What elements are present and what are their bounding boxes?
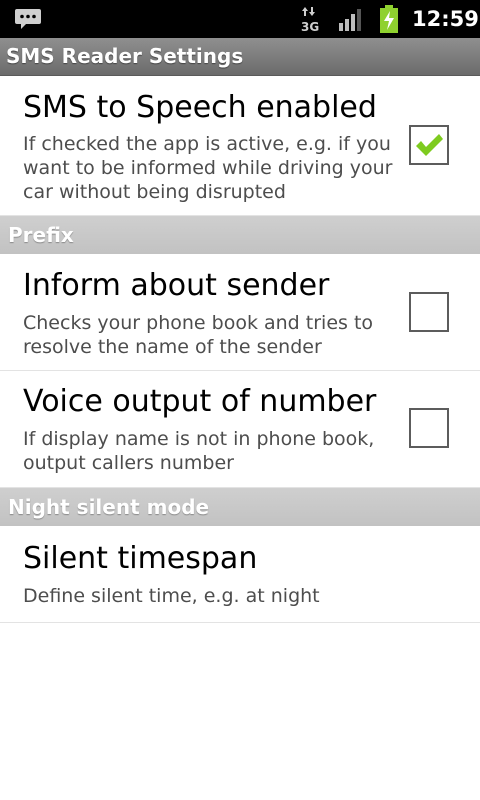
pref-voice-output-number[interactable]: Voice output of number If display name i… [0,371,480,488]
pref-summary: Define silent time, e.g. at night [23,585,320,607]
voice-number-checkbox[interactable] [409,408,449,448]
status-bar: 3G 12:59 [0,0,480,38]
pref-title: Silent timespan [23,541,258,576]
signal-strength-icon [338,8,364,32]
sms-to-speech-checkbox[interactable] [409,125,449,165]
checkmark-icon [416,134,443,156]
page-title: SMS Reader Settings [6,44,244,68]
pref-summary: If checked the app is active, e.g. if yo… [23,133,393,203]
data-3g-icon: 3G [300,5,326,34]
category-label: Prefix [8,223,74,247]
pref-silent-timespan[interactable]: Silent timespan Define silent time, e.g.… [0,526,480,623]
battery-charging-icon [378,5,400,33]
pref-inform-about-sender[interactable]: Inform about sender Checks your phone bo… [0,254,480,371]
category-prefix: Prefix [0,216,480,254]
message-notification-icon[interactable] [14,7,42,31]
pref-title: SMS to Speech enabled [23,90,377,125]
status-time: 12:59 [412,7,479,31]
pref-summary: Checks your phone book and tries to reso… [23,312,374,358]
pref-title: Voice output of number [23,384,377,419]
network-type-label: 3G [301,20,319,33]
pref-sms-to-speech[interactable]: SMS to Speech enabled If checked the app… [0,76,480,216]
title-bar: SMS Reader Settings [0,38,480,76]
category-night-silent-mode: Night silent mode [0,488,480,526]
pref-title: Inform about sender [23,268,330,303]
inform-sender-checkbox[interactable] [409,292,449,332]
pref-summary: If display name is not in phone book, ou… [23,428,375,474]
category-label: Night silent mode [8,495,210,519]
